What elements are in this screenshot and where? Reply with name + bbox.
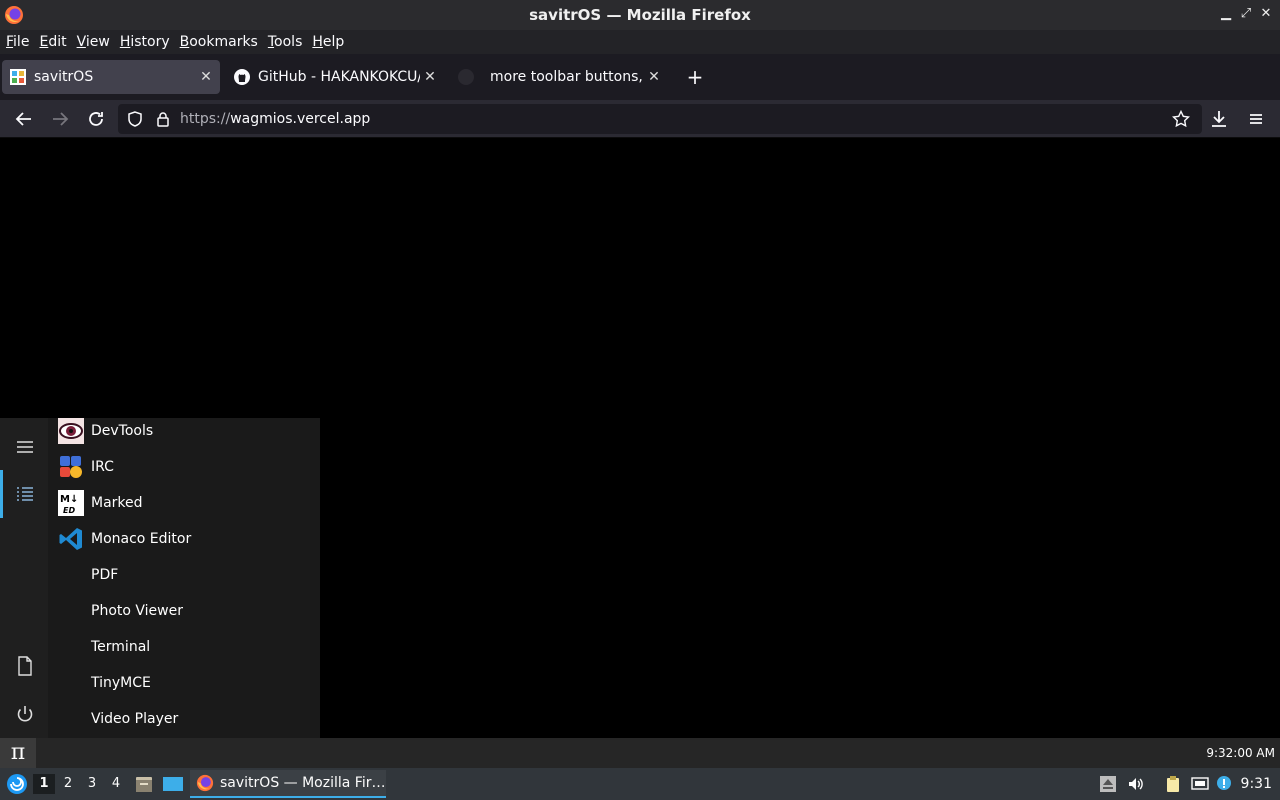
app-item-tinymce[interactable]: TinyMCE <box>48 665 320 701</box>
app-label: Video Player <box>91 711 179 727</box>
tab-bar: savitrOS ✕ GitHub - HAKANKOKCU/B ✕ more … <box>0 54 1280 100</box>
eject-icon[interactable] <box>1099 775 1117 793</box>
app-label: Terminal <box>91 639 151 655</box>
pi-start-button[interactable]: π <box>0 738 36 768</box>
reload-button[interactable] <box>84 107 108 131</box>
network-icon[interactable] <box>1191 775 1209 793</box>
app-item-video-player[interactable]: Video Player <box>48 701 320 737</box>
new-tab-button[interactable]: + <box>684 66 706 88</box>
app-label: Photo Viewer <box>91 603 183 619</box>
taskbar-firefox-window[interactable]: savitrOS — Mozilla Fir… <box>190 770 386 798</box>
app-label: IRC <box>91 459 114 475</box>
bookmark-star-icon[interactable] <box>1172 110 1190 128</box>
app-item-marked[interactable]: M↓ ED Marked <box>48 485 320 521</box>
tab-label: GitHub - HAKANKOKCU/B <box>258 69 420 85</box>
system-clock: 9:31 <box>1240 776 1272 792</box>
notifications-icon[interactable] <box>1216 775 1234 793</box>
menu-tools[interactable]: Tools <box>268 34 303 50</box>
tab-label: more toolbar buttons, ed <box>490 69 644 85</box>
document-icon[interactable] <box>14 655 36 677</box>
app-item-monaco-editor[interactable]: Monaco Editor <box>48 521 320 557</box>
app-list-icon[interactable] <box>14 483 36 505</box>
hamburger-icon <box>1250 114 1262 124</box>
forward-button[interactable] <box>48 107 72 131</box>
svg-text:M↓: M↓ <box>60 494 78 505</box>
shield-icon[interactable] <box>126 110 144 128</box>
github-icon <box>458 69 474 85</box>
app-item-photo-viewer[interactable]: Photo Viewer <box>48 593 320 629</box>
downloads-button[interactable] <box>1207 107 1231 131</box>
window-titlebar: savitrOS — Mozilla Firefox ▁ ⤢ ✕ <box>0 0 1280 30</box>
tab-github-repo[interactable]: GitHub - HAKANKOKCU/B ✕ <box>226 60 444 94</box>
show-desktop-icon[interactable] <box>162 774 184 794</box>
app-item-terminal[interactable]: Terminal <box>48 629 320 665</box>
hamburger-icon[interactable] <box>14 436 36 458</box>
workspace-3[interactable]: 3 <box>81 774 103 794</box>
lock-icon[interactable] <box>154 110 172 128</box>
close-tab-icon[interactable]: ✕ <box>420 69 440 85</box>
app-label: Marked <box>91 495 143 511</box>
workspace-1[interactable]: 1 <box>33 774 55 794</box>
firefox-icon <box>196 774 214 792</box>
window-title: savitrOS — Mozilla Firefox <box>529 6 751 24</box>
menu-view[interactable]: View <box>77 34 110 50</box>
webos-taskbar: π 9:32:00 AM <box>0 738 1280 768</box>
app-label: DevTools <box>91 423 154 439</box>
vscode-icon <box>59 528 82 550</box>
file-manager-icon[interactable] <box>134 774 154 794</box>
devtools-eye-icon <box>58 418 84 444</box>
system-taskbar: 1 2 3 4 savitrOS — Mozilla Fir… 9:31 <box>0 768 1280 800</box>
arrow-right-icon <box>53 112 69 126</box>
markdown-icon: M↓ ED <box>58 490 84 516</box>
url-bar[interactable]: https://wagmios.vercel.app <box>118 104 1202 134</box>
close-tab-icon[interactable]: ✕ <box>644 69 664 85</box>
menu-file[interactable]: File <box>6 34 29 50</box>
reload-icon <box>89 112 103 126</box>
back-button[interactable] <box>12 107 36 131</box>
tab-github-commit[interactable]: more toolbar buttons, ed ✕ <box>450 60 668 94</box>
download-icon <box>1212 111 1226 127</box>
start-menu: DevTools IRC M↓ ED Marked Monaco Editor … <box>0 418 320 738</box>
menu-help[interactable]: Help <box>312 34 344 50</box>
app-item-pdf[interactable]: PDF <box>48 557 320 593</box>
menu-bar: File Edit View History Bookmarks Tools H… <box>0 30 1280 54</box>
minimize-button[interactable]: ▁ <box>1217 5 1235 23</box>
tab-label: savitrOS <box>34 69 94 85</box>
volume-icon[interactable] <box>1127 775 1145 793</box>
workspace-4[interactable]: 4 <box>105 774 127 794</box>
app-launcher-icon[interactable] <box>6 773 28 795</box>
start-menu-sidebar <box>0 418 48 738</box>
taskbar-app-label: savitrOS — Mozilla Fir… <box>220 775 386 791</box>
navigation-toolbar: https://wagmios.vercel.app <box>0 100 1280 138</box>
power-icon[interactable] <box>14 703 36 725</box>
url-text: https://wagmios.vercel.app <box>180 111 371 127</box>
app-menu-button[interactable] <box>1244 107 1268 131</box>
app-label: Monaco Editor <box>91 531 192 547</box>
clipboard-icon[interactable] <box>1164 775 1182 793</box>
app-item-irc[interactable]: IRC <box>48 449 320 485</box>
irc-icon <box>60 456 82 478</box>
arrow-left-icon <box>15 112 31 126</box>
tab-savitros[interactable]: savitrOS ✕ <box>2 60 220 94</box>
workspace-2[interactable]: 2 <box>57 774 79 794</box>
webos-clock: 9:32:00 AM <box>1206 746 1275 760</box>
menu-history[interactable]: History <box>120 34 170 50</box>
menu-bookmarks[interactable]: Bookmarks <box>180 34 258 50</box>
github-icon <box>234 69 250 85</box>
app-label: PDF <box>91 567 119 583</box>
svg-text:ED: ED <box>63 506 75 515</box>
maximize-button[interactable]: ⤢ <box>1237 5 1255 23</box>
active-indicator <box>0 470 3 518</box>
menu-edit[interactable]: Edit <box>39 34 66 50</box>
app-item-devtools[interactable]: DevTools <box>48 413 320 449</box>
close-window-button[interactable]: ✕ <box>1257 5 1275 23</box>
savitros-favicon-icon <box>10 69 26 85</box>
app-label: TinyMCE <box>91 675 151 691</box>
close-tab-icon[interactable]: ✕ <box>196 69 216 85</box>
